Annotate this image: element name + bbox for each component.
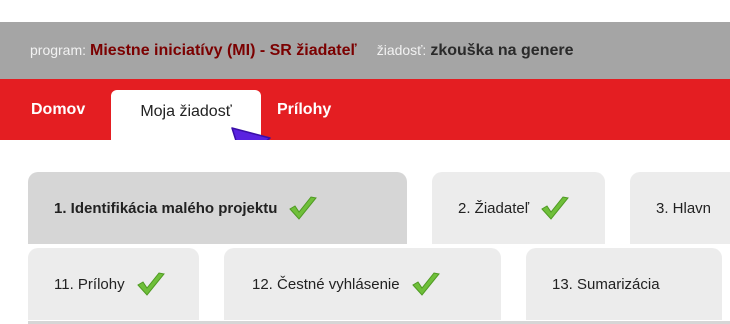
nav-tab-label: Domov: [31, 100, 86, 118]
step-tab-11[interactable]: 11. Prílohy: [28, 248, 199, 320]
step-tab-1[interactable]: 1. Identifikácia malého projektu: [28, 172, 407, 244]
step-tab-2[interactable]: 2. Žiadateľ: [432, 172, 605, 244]
step-tab-12[interactable]: 12. Čestné vyhlásenie: [224, 248, 501, 320]
top-strip: [0, 0, 730, 22]
request-value: zkouška na genere: [430, 41, 574, 59]
nav-tab-domov[interactable]: Domov: [31, 79, 85, 140]
step-label: 1. Identifikácia malého projektu: [54, 199, 278, 217]
step-label: 13. Sumarizácia: [552, 275, 660, 293]
check-icon: [287, 194, 319, 222]
check-icon: [135, 270, 167, 298]
step-tab-3[interactable]: 3. Hlavn: [630, 172, 730, 244]
check-icon: [539, 194, 571, 222]
nav-tab-label: Moja žiadosť: [140, 103, 232, 120]
main-nav: Domov Moja žiadosť Prílohy: [0, 79, 730, 140]
check-icon: [410, 270, 442, 298]
program-value: Miestne iniciatívy (MI) - SR žiadateľ: [90, 41, 357, 59]
program-label: program:: [30, 41, 87, 58]
step-label: 3. Hlavn: [656, 199, 712, 217]
step-label: 12. Čestné vyhlásenie: [252, 275, 400, 293]
request-label: žiadosť:: [376, 41, 427, 58]
program-group: program: Miestne iniciatívy (MI) - SR žia…: [30, 42, 357, 60]
nav-tab-label: Prílohy: [277, 100, 332, 118]
info-bar: program: Miestne iniciatívy (MI) - SR žia…: [0, 22, 730, 79]
step-label: 2. Žiadateľ: [458, 199, 530, 217]
step-tab-13[interactable]: 13. Sumarizácia: [526, 248, 722, 320]
step-label: 11. Prílohy: [54, 275, 125, 293]
request-group: žiadosť: zkouška na genere: [377, 42, 574, 60]
